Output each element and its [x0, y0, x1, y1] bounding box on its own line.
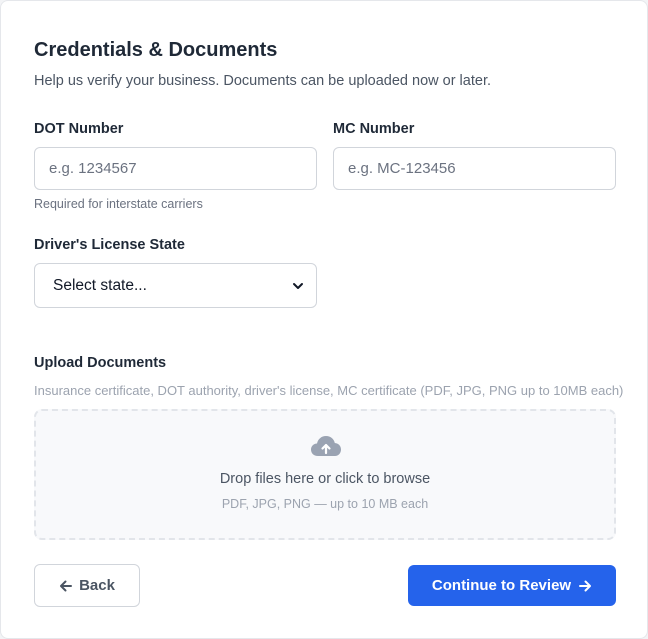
cloud-upload-icon [311, 436, 341, 456]
page-subtitle: Help us verify your business. Documents … [34, 73, 491, 89]
license-state-label: Driver's License State [34, 237, 185, 253]
back-button[interactable]: Back [34, 564, 140, 607]
mc-number-label: MC Number [333, 121, 415, 137]
dot-number-input[interactable] [34, 147, 317, 190]
dropzone-text: Drop files here or click to browse [219, 471, 431, 487]
dot-number-hint: Required for interstate carriers [34, 197, 203, 211]
page-title: Credentials & Documents [34, 39, 278, 61]
upload-documents-label: Upload Documents [34, 355, 167, 371]
mc-number-input[interactable] [333, 147, 616, 190]
continue-button[interactable]: Continue to Review [408, 565, 616, 606]
form-card: Credentials & Documents Help us verify y… [0, 0, 648, 639]
continue-button-label: Continue to Review [431, 577, 572, 594]
upload-description: Insurance certificate, DOT authority, dr… [34, 383, 624, 398]
chevron-down-icon [293, 282, 303, 289]
arrow-left-icon [60, 580, 73, 591]
arrow-right-icon [579, 580, 592, 591]
license-state-value: Select state... [53, 276, 147, 294]
file-dropzone[interactable]: Drop files here or click to browse PDF, … [34, 409, 616, 540]
back-button-label: Back [79, 577, 115, 594]
dropzone-subtext: PDF, JPG, PNG — up to 10 MB each [221, 497, 429, 511]
license-state-select[interactable]: Select state... [34, 263, 317, 308]
dot-number-label: DOT Number [34, 121, 124, 137]
